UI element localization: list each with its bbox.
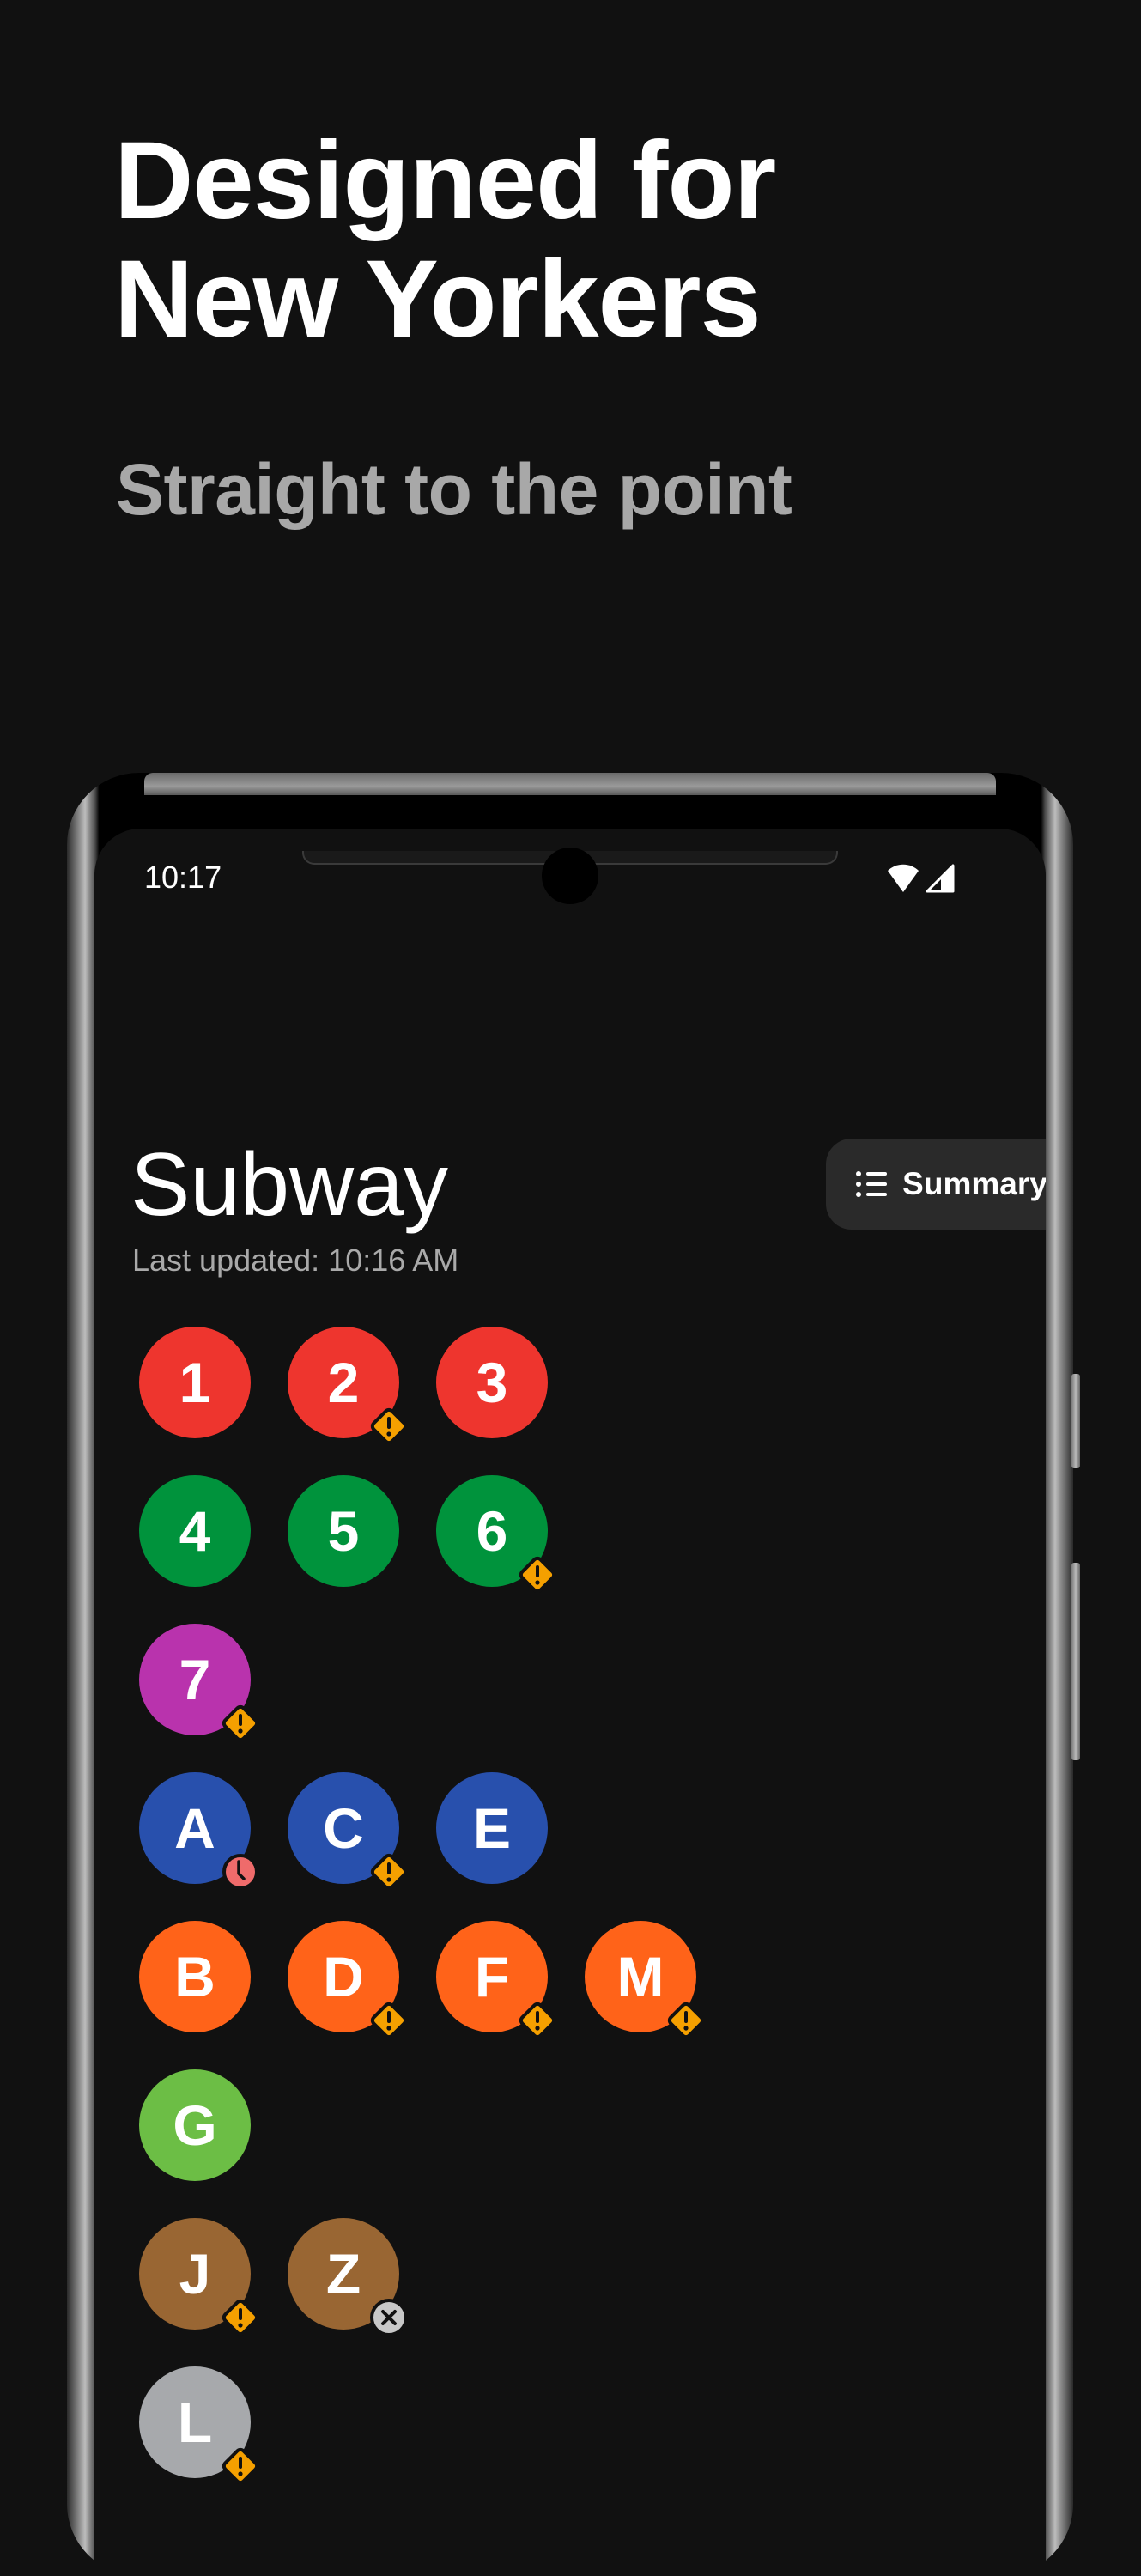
line-label: G — [173, 2093, 217, 2157]
headline-line-1: Designed for — [114, 119, 776, 242]
line-group-row: L — [139, 2366, 696, 2485]
subway-line-6-bullet[interactable]: 6 — [436, 1475, 556, 1594]
summary-button-label: Summary — [902, 1166, 1046, 1201]
status-icons — [886, 864, 955, 893]
line-label: L — [177, 2391, 213, 2454]
warning-icon — [222, 2447, 259, 2485]
subway-line-m-bullet[interactable]: M — [585, 1921, 705, 2039]
warning-icon — [370, 1853, 408, 1891]
phone-volume-button — [1071, 1563, 1080, 1760]
line-label: J — [179, 2242, 211, 2306]
phone-top-edge — [144, 773, 996, 795]
subway-line-b-bullet[interactable]: B — [139, 1921, 251, 2032]
line-group-row: 4 5 6 — [139, 1475, 696, 1594]
subway-line-g-bullet[interactable]: G — [139, 2069, 251, 2181]
line-label: 5 — [327, 1499, 360, 1563]
line-group-row: G — [139, 2069, 696, 2181]
warning-icon — [370, 1407, 408, 1445]
line-group-row: 7 — [139, 1624, 696, 1742]
warning-icon — [667, 2002, 705, 2039]
phone-screen: 10:17 Subway Last updated: 10:16 AM Summ… — [94, 829, 1046, 2576]
warning-icon — [222, 2299, 259, 2336]
subway-line-a-bullet[interactable]: A — [139, 1772, 258, 1890]
subway-line-z-bullet[interactable]: Z — [288, 2218, 408, 2336]
headline-line-2: New Yorkers — [114, 238, 762, 361]
subway-line-j-bullet[interactable]: J — [139, 2218, 259, 2336]
warning-icon — [222, 1704, 259, 1742]
line-label: F — [474, 1945, 510, 2008]
subway-line-l-bullet[interactable]: L — [139, 2366, 259, 2485]
subway-line-2-bullet[interactable]: 2 — [288, 1327, 408, 1445]
subway-line-3-bullet[interactable]: 3 — [436, 1327, 548, 1438]
subway-line-e-bullet[interactable]: E — [436, 1772, 548, 1884]
line-label: E — [472, 1796, 512, 1860]
line-label: 3 — [476, 1351, 508, 1414]
last-updated-text: Last updated: 10:16 AM — [132, 1242, 459, 1278]
cellular-signal-icon — [926, 864, 955, 893]
line-group-row: JZ — [139, 2218, 696, 2336]
warning-icon — [519, 1556, 556, 1594]
line-label: D — [323, 1945, 364, 2008]
line-label: 1 — [179, 1351, 211, 1414]
subway-lines-grid: 1234567ACEBDFMGJZL — [139, 1327, 705, 2515]
clock-icon — [222, 1854, 258, 1890]
status-time: 10:17 — [144, 860, 222, 895]
front-camera — [542, 848, 598, 904]
subway-line-5-bullet[interactable]: 5 — [288, 1475, 399, 1587]
hero-headline: Designed for New Yorkers — [114, 119, 776, 361]
subway-line-7-bullet[interactable]: 7 — [139, 1624, 259, 1742]
line-label: 2 — [327, 1351, 360, 1414]
phone-power-button — [1071, 1374, 1080, 1468]
line-label: 4 — [179, 1499, 211, 1563]
summary-button[interactable]: Summary — [826, 1139, 1046, 1230]
line-label: B — [174, 1945, 215, 2008]
warning-icon — [519, 2002, 556, 2039]
suspended-x-icon — [370, 2299, 408, 2336]
line-label: 6 — [476, 1499, 508, 1563]
list-icon — [856, 1170, 888, 1198]
line-label: A — [174, 1796, 215, 1860]
line-label: M — [616, 1945, 665, 2008]
line-group-row: ACE — [139, 1772, 696, 1891]
subway-line-4-bullet[interactable]: 4 — [139, 1475, 251, 1587]
line-group-row: 1 2 3 — [139, 1327, 696, 1445]
subway-line-d-bullet[interactable]: D — [288, 1921, 408, 2039]
warning-icon — [370, 2002, 408, 2039]
hero-subheadline: Straight to the point — [116, 449, 792, 530]
phone-frame: 10:17 Subway Last updated: 10:16 AM Summ… — [67, 773, 1080, 2576]
line-label: Z — [325, 2242, 361, 2306]
line-group-row: BDFM — [139, 1921, 705, 2039]
wifi-icon — [888, 864, 919, 892]
subway-line-f-bullet[interactable]: F — [436, 1921, 556, 2039]
app-title: Subway — [130, 1135, 448, 1235]
subway-line-c-bullet[interactable]: C — [288, 1772, 408, 1891]
line-label: 7 — [179, 1648, 211, 1711]
subway-line-1-bullet[interactable]: 1 — [139, 1327, 251, 1438]
line-label: C — [323, 1796, 364, 1860]
